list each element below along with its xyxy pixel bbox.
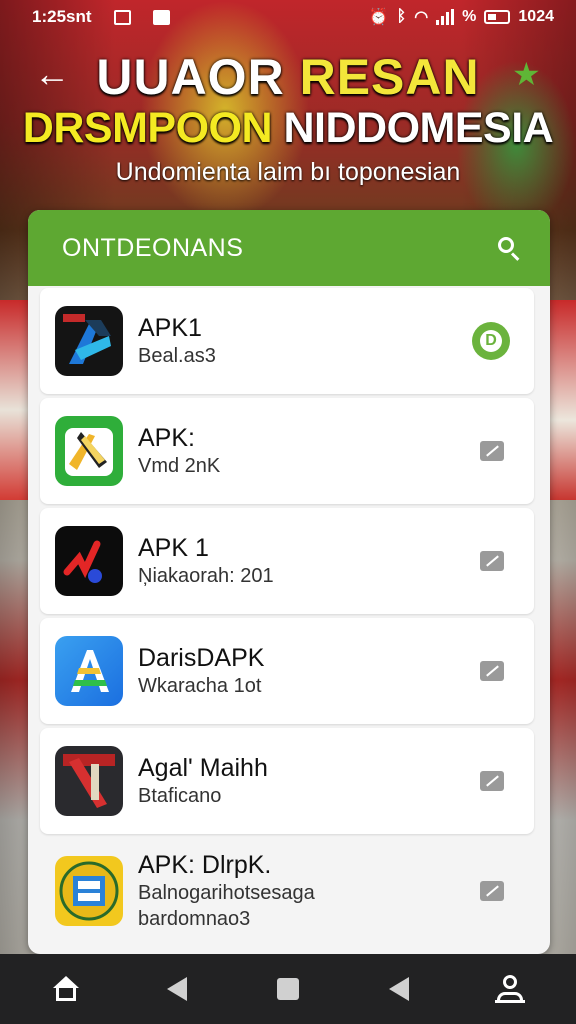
app-name: APK 1	[138, 534, 209, 562]
page-subtitle: Undomienta laim bı toponesian	[115, 158, 461, 186]
previous-triangle-icon[interactable]	[379, 969, 419, 1009]
edit-icon[interactable]	[480, 771, 504, 791]
status-time: 1:25snt	[32, 7, 92, 26]
list-item[interactable]: APK: Vmd 2nK	[40, 398, 534, 504]
edit-icon[interactable]	[480, 441, 504, 461]
back-triangle-icon[interactable]	[157, 969, 197, 1009]
download-badge-icon[interactable]: D	[472, 322, 510, 360]
page-title-line2: DRSMPOON NIDDOMESIA	[0, 104, 576, 153]
app-meta: Ņiakaorah: 201	[138, 565, 274, 587]
wifi-icon: ◠	[414, 9, 429, 26]
list-item[interactable]: Agal' Maihh Btaficano	[40, 728, 534, 834]
home-icon[interactable]	[46, 969, 86, 1009]
title-yellow-part: RESAN	[299, 49, 480, 105]
battery-level: 1024	[518, 8, 554, 25]
edit-icon[interactable]	[480, 551, 504, 571]
notification-icon	[113, 9, 131, 25]
navigation-bar	[0, 954, 576, 1024]
percent-icon: %	[462, 8, 477, 25]
edit-icon[interactable]	[480, 661, 504, 681]
app-meta-secondary: bardomnao3	[138, 908, 251, 930]
card-title: ONTDEONANS	[62, 233, 244, 262]
app-name: APK: DlrpK.	[138, 851, 272, 879]
battery-icon	[484, 10, 511, 24]
title2-white-part: NIDDOMESIA	[283, 104, 554, 152]
app-meta: Btaficano	[138, 785, 222, 807]
edit-icon[interactable]	[480, 881, 504, 901]
alarm-icon: ⏰	[368, 9, 389, 26]
bluetooth-icon: ᛒ	[396, 8, 407, 25]
app-icon-green-wing	[55, 416, 123, 486]
app-icon-blue-a	[55, 636, 123, 706]
list-item[interactable]: APK1 Beal.as3 D	[40, 288, 534, 394]
signal-icon	[436, 9, 455, 25]
app-meta: Wkaracha 1ot	[138, 675, 262, 697]
recents-square-icon[interactable]	[268, 969, 308, 1009]
app-meta: Vmd 2nK	[138, 455, 221, 477]
page-title-line1: UUAOR RESAN	[0, 48, 576, 106]
app-name: APK:	[138, 424, 195, 452]
title2-yellow-part: DRSMPOON	[22, 104, 273, 152]
app-list: APK1 Beal.as3 D APK: Vmd 2nK APK 1 Ņiaka…	[28, 286, 550, 944]
app-meta: Balnogarihotsesaga	[138, 882, 315, 904]
list-item[interactable]: APK 1 Ņiakaorah: 201	[40, 508, 534, 614]
app-icon-red-dark	[55, 746, 123, 816]
badge-letter: D	[480, 330, 502, 352]
app-icon-black-red	[55, 526, 123, 596]
app-list-card: ONTDEONANS APK1 Beal.as3 D APK: Vmd 2nK …	[28, 210, 550, 954]
app-icon-yellow-badge	[55, 856, 123, 926]
card-header: ONTDEONANS	[28, 210, 550, 286]
list-item[interactable]: DarisDAPK Wkaracha 1ot	[40, 618, 534, 724]
app-name: Agal' Maihh	[138, 754, 268, 782]
profile-icon[interactable]	[490, 969, 530, 1009]
image-notification-icon	[152, 9, 170, 25]
app-name: DarisDAPK	[138, 644, 265, 672]
list-item[interactable]: APK: DlrpK. Balnogarihotsesaga bardomnao…	[40, 838, 534, 944]
search-icon[interactable]	[496, 235, 522, 261]
app-icon-dark-blue	[55, 306, 123, 376]
title-white-part: UUAOR	[96, 49, 285, 105]
status-bar: 1:25snt ⏰ ᛒ ◠ % 1024	[0, 0, 576, 34]
